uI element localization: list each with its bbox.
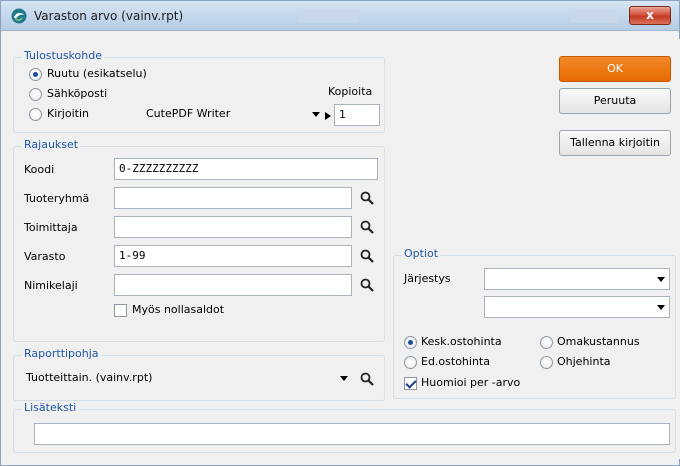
app-icon [11, 8, 27, 24]
field-label-toimittaja: Toimittaja [24, 221, 78, 234]
save-printer-button[interactable]: Tallenna kirjoitin [559, 130, 671, 156]
radio-label-omakustannus: Omakustannus [557, 335, 640, 348]
blurred-tab [571, 9, 619, 23]
per-value-checkbox[interactable] [404, 377, 417, 390]
chevron-down-icon [657, 277, 665, 282]
toimittaja-input[interactable] [114, 216, 352, 238]
field-label-tuoteryhma: Tuoteryhmä [24, 192, 90, 205]
field-label-koodi: Koodi [24, 163, 55, 176]
chevron-down-icon [657, 305, 665, 310]
search-icon[interactable] [359, 219, 375, 235]
search-icon[interactable] [359, 190, 375, 206]
copies-input[interactable]: 1 [334, 104, 380, 126]
per-value-label: Huomioi per -arvo [421, 376, 521, 389]
sort-select-1[interactable] [484, 268, 670, 290]
group-raporttipohja: Raporttipohja Tuotteittain. (vainv.rpt) [13, 347, 385, 401]
group-optiot: Optiot Järjestys Kesk.ostohinta Omakusta… [393, 247, 676, 399]
report-template-select[interactable]: Tuotteittain. (vainv.rpt) [22, 368, 352, 390]
radio-ohjehinta[interactable] [540, 356, 553, 369]
chevron-down-icon [312, 112, 320, 117]
sort-label: Järjestys [404, 272, 451, 285]
radio-ruutu[interactable] [29, 68, 42, 81]
dialog-window: Varaston arvo (vainv.rpt) x Tulostuskohd… [0, 0, 680, 466]
group-title-tulostuskohde: Tulostuskohde [22, 49, 104, 62]
chevron-down-icon [340, 376, 348, 381]
printer-select-value: CutePDF Writer [146, 107, 231, 120]
field-label-varasto: Varasto [24, 250, 66, 263]
close-button[interactable]: x [629, 6, 671, 25]
group-tulostuskohde: Tulostuskohde Ruutu (esikatselu) Sähköpo… [13, 49, 385, 133]
cancel-button[interactable]: Peruuta [559, 88, 671, 114]
sort-select-2[interactable] [484, 296, 670, 318]
group-lisateksti: Lisäteksti [13, 401, 676, 453]
koodi-input[interactable]: 0-ZZZZZZZZZZ [114, 158, 378, 180]
tuoteryhma-input[interactable] [114, 187, 352, 209]
ok-button[interactable]: OK [559, 56, 671, 82]
search-icon[interactable] [359, 248, 375, 264]
extra-text-input[interactable] [34, 423, 670, 445]
radio-label-ruutu: Ruutu (esikatselu) [47, 67, 147, 80]
copies-label: Kopioita [328, 85, 373, 98]
zero-balance-label: Myös nollasaldot [132, 303, 225, 316]
blurred-tab [299, 9, 359, 23]
window-title: Varaston arvo (vainv.rpt) [34, 9, 184, 23]
printer-select[interactable]: CutePDF Writer [142, 104, 324, 126]
group-title-optiot: Optiot [402, 247, 441, 260]
radio-ed-ostohinta[interactable] [404, 356, 417, 369]
radio-label-sahkoposti: Sähköposti [47, 87, 108, 100]
radio-label-kirjoitin: Kirjoitin [47, 107, 89, 120]
title-bar[interactable]: Varaston arvo (vainv.rpt) x [1, 1, 679, 31]
dialog-content: Tulostuskohde Ruutu (esikatselu) Sähköpo… [8, 39, 680, 459]
radio-kirjoitin[interactable] [29, 108, 42, 121]
group-title-raporttipohja: Raporttipohja [22, 347, 101, 360]
radio-sahkoposti[interactable] [29, 88, 42, 101]
group-title-rajaukset: Rajaukset [22, 138, 81, 151]
radio-label-ohjehinta: Ohjehinta [557, 355, 611, 368]
group-title-lisateksti: Lisäteksti [22, 401, 79, 414]
nimikelaji-input[interactable] [114, 274, 352, 296]
spin-arrow-icon[interactable] [324, 105, 334, 125]
field-label-nimikelaji: Nimikelaji [24, 279, 78, 292]
radio-label-kesk-ostohinta: Kesk.ostohinta [421, 335, 502, 348]
search-icon[interactable] [359, 277, 375, 293]
radio-omakustannus[interactable] [540, 336, 553, 349]
radio-kesk-ostohinta[interactable] [404, 336, 417, 349]
radio-label-ed-ostohinta: Ed.ostohinta [421, 355, 490, 368]
zero-balance-checkbox[interactable] [114, 304, 127, 317]
varasto-input[interactable]: 1-99 [114, 245, 352, 267]
group-rajaukset: Rajaukset Koodi 0-ZZZZZZZZZZ Tuoteryhmä … [13, 138, 385, 342]
search-icon[interactable] [359, 371, 375, 387]
report-template-value: Tuotteittain. (vainv.rpt) [26, 371, 153, 384]
